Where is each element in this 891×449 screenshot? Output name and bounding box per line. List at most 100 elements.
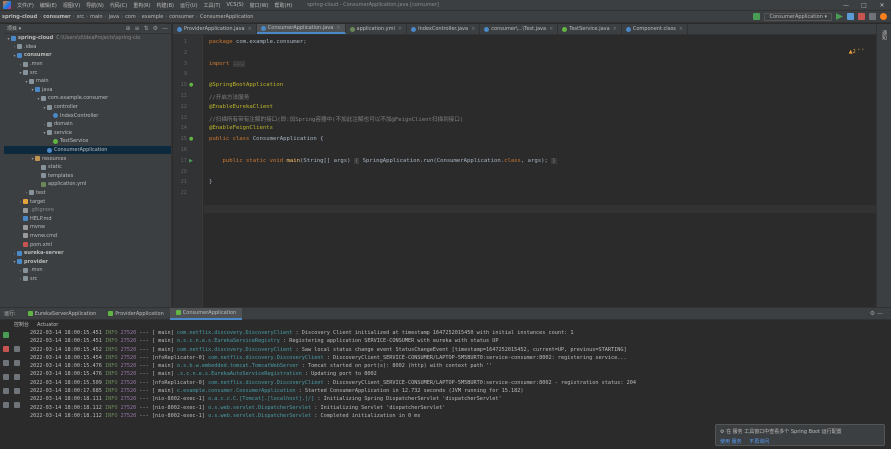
expand-icon[interactable]: ⇅ [144,25,149,32]
menu-item[interactable]: 构建(B) [154,2,177,9]
tree-item[interactable]: ▾ controller [4,103,171,112]
close-tab-icon[interactable]: × [613,26,617,32]
tree-item[interactable]: .gitignore [4,206,171,215]
menu-item[interactable]: 窗口(W) [247,2,272,9]
breadcrumb-item[interactable]: main [88,14,105,20]
breadcrumb-item[interactable]: src [75,14,86,20]
editor-tab[interactable]: application.yml × [346,24,408,34]
close-tab-icon[interactable]: × [398,26,402,32]
breadcrumb-item[interactable]: consumer [41,14,73,20]
editor-tab[interactable]: Component.class × [622,24,689,34]
run-tab[interactable]: ConsumerApplication [169,307,243,320]
menu-item[interactable]: 文件(F) [14,2,37,9]
tree-item[interactable]: static [4,163,171,172]
menu-item[interactable]: 运行(U) [177,2,201,9]
breadcrumb-item[interactable]: com [123,14,138,20]
use-services-link[interactable]: 使用 服务 [720,439,742,445]
stop-icon[interactable] [3,346,9,352]
actuator-tab[interactable]: Actuator [37,322,58,328]
rerun-icon[interactable] [3,332,9,338]
breadcrumb-item[interactable]: example [140,14,166,20]
soft-wrap-icon[interactable] [14,374,20,380]
project-panel-title[interactable]: 项目 ▾ [7,25,21,32]
close-tab-icon[interactable]: × [248,26,252,32]
tree-item[interactable]: ▾ spring-cloud C:\Users\d\IdeaProjects\spr… [4,34,171,43]
pin-icon[interactable] [3,402,9,408]
locate-icon[interactable]: ⊕ [126,25,131,32]
tree-item[interactable]: ▾ resources [4,154,171,163]
tree-item[interactable]: › eureka-server [4,249,171,258]
tree-item[interactable]: ▾ service [4,129,171,138]
tree-item[interactable]: TestService [4,137,171,146]
tree-item[interactable]: mvnw.cmd [4,232,171,241]
tree-item[interactable]: › .mvn [4,60,171,69]
close-tab-icon[interactable]: × [679,26,683,32]
editor-tab[interactable]: consumer\...\Test.java × [480,24,559,34]
tree-item[interactable]: › target [4,197,171,206]
gear-icon[interactable]: ⚙ [153,25,158,32]
tree-item[interactable]: › domain [4,120,171,129]
clear-icon[interactable] [14,402,20,408]
hide-icon[interactable]: — [162,25,168,32]
tree-item[interactable]: ConsumerApplication [4,145,171,155]
collapse-icon[interactable]: ≡ [135,25,140,32]
inspection-widget[interactable]: ▲2 ˄ ˅ [849,49,864,55]
gear-icon[interactable]: ⚙ — [870,310,891,317]
tree-item[interactable]: ▾ provider [4,257,171,266]
editor-tab[interactable]: IndexController.java × [407,24,481,34]
search-icon[interactable] [869,13,876,20]
tree-item[interactable]: › test [4,189,171,198]
editor-tab[interactable]: ConsumerApplication.java × [256,24,346,34]
debug-icon[interactable] [847,13,854,20]
tree-item[interactable]: application.yml [4,180,171,189]
editor-tab[interactable]: TestService.java × [558,24,622,34]
tree-item[interactable]: ▾ main [4,77,171,86]
breadcrumb-item[interactable]: java [107,14,121,20]
scroll-up-icon[interactable] [14,346,20,352]
tree-item[interactable]: ▾ consumer [4,51,171,60]
menu-item[interactable]: 导航(N) [83,2,107,9]
tree-item[interactable]: templates [4,172,171,181]
tree-item[interactable]: › .idea [4,43,171,52]
close-tab-icon[interactable]: × [471,26,475,32]
menu-item[interactable]: 视图(V) [60,2,83,9]
restore-layout-icon[interactable] [3,360,9,366]
dont-ask-link[interactable]: 不再询问 [749,439,769,445]
notification-balloon[interactable]: ⚙ 在 服务 工具窗口中查看多个 Spring Boot 运行配置 使用 服务 … [715,424,885,446]
tree-item[interactable]: ▾ src [4,68,171,77]
code-area[interactable]: 1 2 3 9 10 11 12 13 14 15 16 17 20 21 22 ● ● ▶ ▲2 ˄ ˅ pac… [173,35,876,314]
settings-icon[interactable] [3,388,9,394]
menu-item[interactable]: 代码(C) [107,2,130,9]
camera-icon[interactable] [3,374,9,380]
maximize-button[interactable]: □ [855,2,873,9]
breadcrumb-item[interactable]: ConsumerApplication [198,14,255,20]
tree-item[interactable]: IndexController [4,111,171,120]
tree-item[interactable]: pom.xml [4,240,171,249]
minimize-button[interactable]: — [837,2,855,9]
run-tab[interactable]: ProviderApplication [102,308,170,320]
stop-icon[interactable] [858,13,865,20]
breadcrumb-item[interactable]: consumer [167,14,196,20]
tree-item[interactable]: ▾ java [4,86,171,95]
tree-item[interactable]: › .mvn [4,266,171,275]
scroll-down-icon[interactable] [14,360,20,366]
run-gutter-icon[interactable]: ▶ [189,158,193,164]
notifications-tool-button[interactable]: 通知 [881,30,888,40]
spring-bean-icon[interactable]: ● [189,82,193,88]
menu-item[interactable]: 重构(R) [130,2,153,9]
plugin-icon[interactable] [880,13,887,20]
build-icon[interactable] [753,13,761,20]
close-tab-icon[interactable]: × [336,25,340,31]
run-tab[interactable]: EurekaServerApplication [22,308,103,320]
spring-bean-icon[interactable]: ● [189,136,193,142]
run-icon[interactable] [836,13,843,20]
close-tab-icon[interactable]: × [549,26,553,32]
run-config-selector[interactable]: ConsumerApplication ▾ [764,12,832,21]
breadcrumb-item[interactable]: spring-cloud [0,14,39,20]
close-button[interactable]: ✕ [873,2,891,9]
menu-item[interactable]: 编辑(E) [37,2,60,9]
editor-tab[interactable]: ProviderApplication.java × [173,24,257,34]
console-tab[interactable]: 控制台 [14,321,29,328]
tree-item[interactable]: ▾ com.example.consumer [4,94,171,103]
print-icon[interactable] [14,388,20,394]
